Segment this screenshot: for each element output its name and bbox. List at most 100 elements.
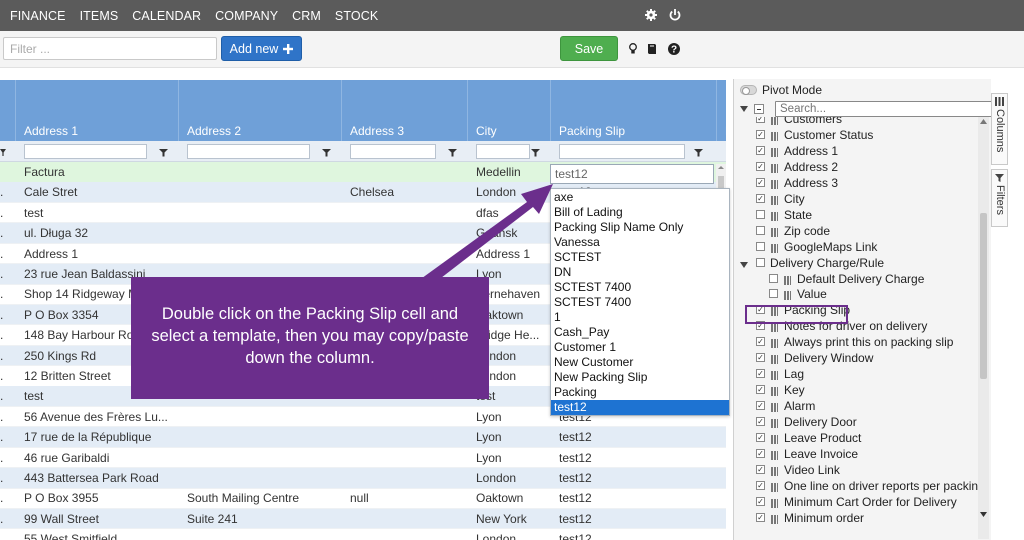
table-cell[interactable]: 17 rue de la République	[24, 430, 175, 444]
power-icon[interactable]	[668, 8, 682, 22]
table-cell[interactable]: Lyon	[476, 430, 547, 444]
dropdown-option[interactable]: DN	[551, 265, 729, 280]
column-checkbox[interactable]: ✓	[756, 353, 765, 363]
column-header-address-2[interactable]: Address 2	[187, 124, 241, 138]
dropdown-option[interactable]: New Packing Slip	[551, 370, 729, 385]
column-tree-item[interactable]: State	[734, 207, 980, 223]
filter-icon[interactable]	[159, 146, 168, 157]
dropdown-option[interactable]: SCTEST 7400	[551, 295, 729, 310]
drag-handle-icon[interactable]	[771, 337, 778, 349]
column-tree-item[interactable]: ✓ Leave Product	[734, 430, 980, 446]
table-cell[interactable]: test12	[559, 430, 713, 444]
table-cell[interactable]: South Mailing Centre	[187, 491, 338, 505]
drag-handle-icon[interactable]	[771, 465, 778, 476]
column-search-input[interactable]	[775, 101, 993, 117]
column-tree-item[interactable]: Value	[734, 286, 980, 302]
column-checkbox[interactable]: ✓	[756, 496, 765, 506]
drag-handle-icon[interactable]	[771, 146, 778, 157]
scroll-down-icon[interactable]	[980, 512, 987, 517]
drag-handle-icon[interactable]	[784, 289, 791, 301]
filter-icon[interactable]	[0, 146, 6, 156]
select-all-checkbox[interactable]	[754, 104, 764, 114]
drag-handle-icon[interactable]	[771, 449, 778, 460]
nav-item-items[interactable]: ITEMS	[80, 9, 119, 23]
table-cell[interactable]: 443 Battersea Park Road	[24, 471, 175, 485]
table-cell[interactable]: Suite 241	[187, 512, 338, 526]
column-tree-item[interactable]: ✓ Minimum order	[734, 510, 980, 526]
column-tree-item[interactable]: ✓ Minimum Cart Order for Delivery	[734, 494, 980, 510]
table-cell[interactable]: London	[476, 185, 547, 199]
column-checkbox[interactable]: ✓	[756, 117, 765, 123]
drag-handle-icon[interactable]	[771, 401, 778, 413]
caret-down-icon[interactable]	[740, 105, 748, 113]
table-cell[interactable]: Gdańsk	[476, 226, 547, 240]
table-cell[interactable]: Lyon	[476, 410, 547, 424]
table-cell[interactable]: Medellin	[476, 165, 547, 179]
dropdown-option[interactable]: Packing	[551, 385, 729, 400]
dropdown-option[interactable]: SCTEST 7400	[551, 280, 729, 295]
save-button[interactable]: Save	[560, 36, 618, 61]
side-panel-scroll-thumb[interactable]	[980, 213, 987, 379]
column-tree-item[interactable]: Zip code	[734, 223, 980, 239]
column-header-packing-slip[interactable]: Packing Slip	[559, 124, 625, 138]
nav-item-stock[interactable]: STOCK	[335, 9, 378, 23]
tab-columns[interactable]: Columns	[991, 93, 1008, 165]
gear-icon[interactable]	[644, 8, 658, 22]
column-checkbox[interactable]: ✓	[756, 129, 765, 139]
table-cell[interactable]: London	[476, 471, 547, 485]
dropdown-option[interactable]: test12	[551, 400, 729, 415]
dropdown-option[interactable]: New Customer	[551, 355, 729, 370]
column-tree-item[interactable]: ✓ Delivery Window	[734, 350, 980, 366]
tab-filters[interactable]: Filters	[991, 169, 1008, 227]
column-checkbox[interactable]: ✓	[756, 464, 765, 474]
column-tree-item[interactable]: ✓ Customer Status	[734, 127, 980, 143]
drag-handle-icon[interactable]	[771, 385, 778, 397]
drag-handle-icon[interactable]	[771, 497, 778, 508]
dropdown-option[interactable]: Customer 1	[551, 340, 729, 355]
table-row[interactable]: . 55 West Smitfield London test12	[0, 529, 726, 540]
column-checkbox[interactable]	[756, 241, 765, 251]
column-tree-item[interactable]: Default Delivery Charge	[734, 271, 980, 287]
table-row[interactable]: . 443 Battersea Park Road London test12	[0, 468, 726, 489]
nav-item-company[interactable]: COMPANY	[215, 9, 278, 23]
column-tree-item[interactable]: ✓ Delivery Door	[734, 414, 980, 430]
packing-slip-editor[interactable]: test12	[550, 164, 714, 184]
drag-handle-icon[interactable]	[771, 242, 778, 253]
column-checkbox[interactable]: ✓	[756, 177, 765, 187]
column-tree-item[interactable]: ✓ Lag	[734, 366, 980, 382]
filter-icon[interactable]	[322, 146, 331, 157]
dropdown-option[interactable]: 1	[551, 310, 729, 325]
column-checkbox[interactable]: ✓	[756, 145, 765, 155]
filter-icon[interactable]	[694, 146, 703, 157]
table-cell[interactable]: ul. Długa 32	[24, 226, 175, 240]
column-checkbox[interactable]: ✓	[756, 417, 765, 427]
column-checkbox[interactable]	[769, 289, 778, 299]
table-cell[interactable]: test12	[559, 471, 713, 485]
column-checkbox[interactable]: ✓	[756, 161, 765, 171]
table-cell[interactable]: test12	[559, 532, 713, 540]
table-cell[interactable]: test12	[559, 512, 713, 526]
column-checkbox[interactable]: ✓	[756, 512, 765, 522]
column-checkbox[interactable]: ✓	[756, 337, 765, 347]
drag-handle-icon[interactable]	[771, 481, 778, 492]
column-checkbox[interactable]: ✓	[756, 385, 765, 395]
table-cell[interactable]: Address 1	[24, 247, 175, 261]
column-tree-item[interactable]: Delivery Charge/Rule	[734, 255, 980, 271]
dropdown-option[interactable]: Cash_Pay	[551, 325, 729, 340]
nav-item-calendar[interactable]: CALENDAR	[132, 9, 201, 23]
filter-input[interactable]	[3, 37, 217, 60]
table-cell[interactable]: P O Box 3955	[24, 491, 175, 505]
column-tree-item[interactable]: ✓ Alarm	[734, 398, 980, 414]
column-checkbox[interactable]	[769, 273, 778, 283]
table-cell[interactable]: test12	[559, 491, 713, 505]
drag-handle-icon[interactable]	[771, 369, 778, 381]
column-filter-input[interactable]	[559, 144, 685, 159]
table-cell[interactable]: 99 Wall Street	[24, 512, 175, 526]
drag-handle-icon[interactable]	[771, 226, 778, 237]
table-cell[interactable]: Lyon	[476, 451, 547, 465]
table-cell[interactable]: dfas	[476, 206, 547, 220]
column-checkbox[interactable]	[756, 257, 765, 267]
nav-item-finance[interactable]: FINANCE	[10, 9, 66, 23]
table-cell[interactable]: Cale Stret	[24, 185, 175, 199]
packing-slip-dropdown[interactable]: axe Bill of Lading Packing Slip Name Only V…	[550, 188, 730, 416]
